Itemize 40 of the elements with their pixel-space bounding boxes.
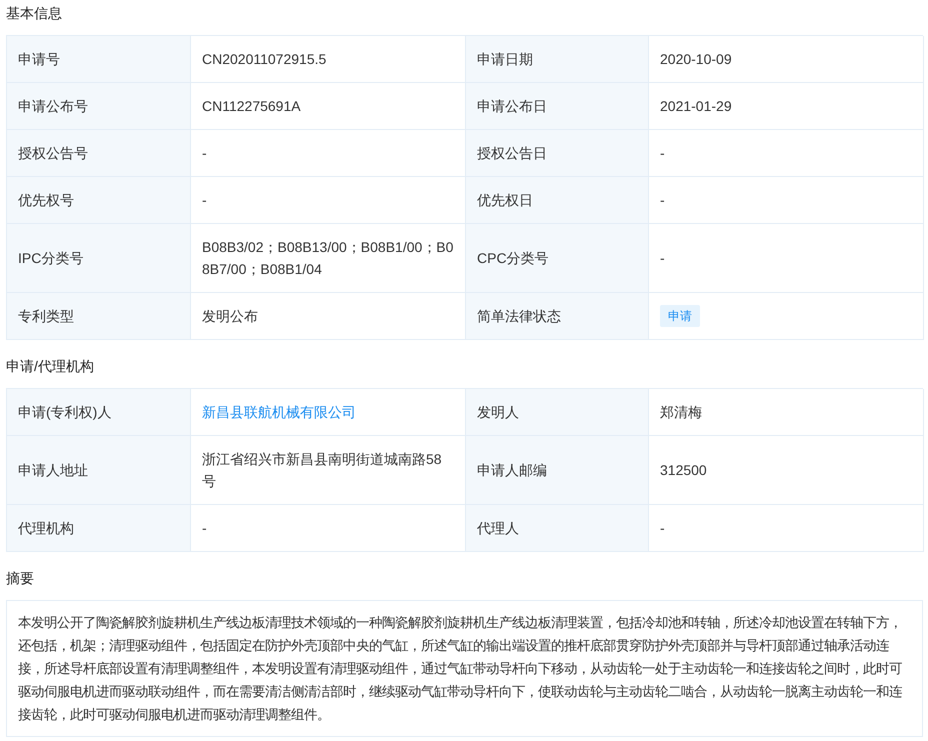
label-cell: 申请人邮编 bbox=[466, 436, 649, 505]
company-link[interactable]: 新昌县联航机械有限公司 bbox=[202, 401, 356, 423]
field-value: - bbox=[202, 144, 207, 163]
label-cell: 优先权日 bbox=[466, 177, 649, 224]
field-value: - bbox=[660, 191, 665, 210]
field-value: B08B3/02；B08B13/00；B08B1/00；B08B7/00；B08B1/04 bbox=[202, 238, 454, 279]
label-cell: 申请号 bbox=[7, 36, 191, 83]
field-value: 2021-01-29 bbox=[660, 97, 732, 116]
label-cell: IPC分类号 bbox=[7, 224, 191, 293]
section-title: 申请/代理机构 bbox=[6, 357, 95, 376]
label-cell: 申请人地址 bbox=[7, 436, 191, 505]
field-value: 2020-10-09 bbox=[660, 50, 732, 69]
label-cell: 授权公告日 bbox=[466, 130, 649, 177]
label-cell: 申请公布日 bbox=[466, 83, 649, 130]
field-value: CN112275691A bbox=[202, 97, 301, 116]
label-cell: 授权公告号 bbox=[7, 130, 191, 177]
label-cell: 代理人 bbox=[466, 505, 649, 552]
status-tag: 申请 bbox=[660, 305, 700, 327]
field-value: 浙江省绍兴市新昌县南明街道城南路58号 bbox=[202, 450, 443, 491]
section-title: 基本信息 bbox=[6, 4, 63, 23]
field-value: - bbox=[660, 144, 665, 163]
label-cell: 专利类型 bbox=[7, 293, 191, 340]
field-value: 发明公布 bbox=[202, 307, 258, 326]
field-value: 312500 bbox=[660, 461, 707, 480]
label-cell: 优先权号 bbox=[7, 177, 191, 224]
label-cell: 申请(专利权)人 bbox=[7, 389, 191, 436]
field-value: - bbox=[660, 519, 665, 538]
field-value: - bbox=[660, 249, 665, 268]
section-title: 摘要 bbox=[6, 569, 35, 588]
label-cell: 简单法律状态 bbox=[466, 293, 649, 340]
label-cell: 申请公布号 bbox=[7, 83, 191, 130]
label-cell: 申请日期 bbox=[466, 36, 649, 83]
label-cell: CPC分类号 bbox=[466, 224, 649, 293]
label-cell: 代理机构 bbox=[7, 505, 191, 552]
field-value: 郑清梅 bbox=[660, 403, 702, 422]
label-cell: 发明人 bbox=[466, 389, 649, 436]
field-value: - bbox=[202, 519, 207, 538]
field-value: - bbox=[202, 191, 207, 210]
field-value: CN202011072915.5 bbox=[202, 50, 326, 69]
abstract-text: 本发明公开了陶瓷解胶剂旋耕机生产线边板清理技术领域的一种陶瓷解胶剂旋耕机生产线边板清理装置，包括冷却池和转轴，所述冷却池设置在转轴下方，还包括，机架；清理驱动组件，包括固定在防护外壳顶部中央的气缸，所述气缸的输出端设置的推杆底部贯穿防护外壳顶部并与导杆顶部通过轴承活动连接，所述导杆底部设置有清理调整组件，本发明设置有清理驱动组件，通过气缸带动导杆向下移动，从动齿轮一处于主动齿轮一和连接齿轮之间时，此时可驱动伺服电机进而驱动联动组件，而在需要清洁侧清洁部时，继续驱动气缸带动导杆向下，使联动齿轮与主动齿轮二啮合，从动齿轮一脱离主动齿轮一和连接齿轮，此时可驱动伺服电机进而驱动清理调整组件。 bbox=[6, 600, 923, 737]
